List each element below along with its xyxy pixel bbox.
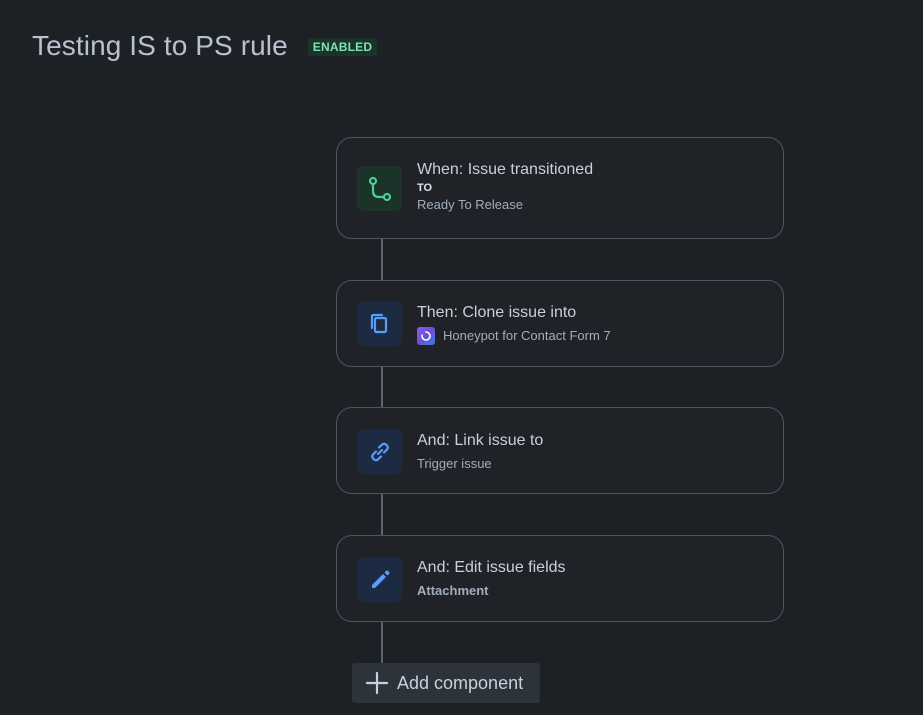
connector-line xyxy=(381,493,383,536)
link-target: Trigger issue xyxy=(417,456,492,471)
plus-icon xyxy=(365,671,389,695)
connector-line xyxy=(381,366,383,408)
project-avatar-icon xyxy=(417,327,435,345)
link-icon-box xyxy=(357,429,402,474)
trigger-status-value: Ready To Release xyxy=(417,197,523,212)
connector-line xyxy=(381,621,383,663)
copy-icon xyxy=(370,313,387,333)
clone-heading: Then: Clone issue into xyxy=(417,304,577,321)
clone-icon-box xyxy=(357,301,402,346)
trigger-icon-box xyxy=(357,166,402,211)
edit-fields-component-card[interactable]: And: Edit issue fields Attachment xyxy=(336,535,784,622)
connector-line xyxy=(381,238,383,281)
trigger-component-card[interactable]: When: Issue transitioned TO Ready To Rel… xyxy=(336,137,784,239)
link-icon xyxy=(370,442,389,461)
target-project-name: Honeypot for Contact Form 7 xyxy=(443,328,611,343)
pencil-icon xyxy=(371,570,389,588)
edit-icon-box xyxy=(357,557,402,602)
link-heading: And: Link issue to xyxy=(417,432,544,449)
edit-heading: And: Edit issue fields xyxy=(417,559,566,576)
trigger-heading: When: Issue transitioned xyxy=(417,161,594,178)
edited-field-name: Attachment xyxy=(417,583,489,598)
rule-header: Testing IS to PS rule ENABLED xyxy=(32,30,378,62)
add-component-label: Add component xyxy=(397,672,524,693)
link-issue-component-card[interactable]: And: Link issue to Trigger issue xyxy=(336,407,784,494)
rule-title: Testing IS to PS rule xyxy=(32,30,288,61)
add-component-button[interactable]: Add component xyxy=(352,663,540,703)
trigger-to-label: TO xyxy=(417,182,433,194)
status-badge: ENABLED xyxy=(307,38,378,56)
clone-issue-component-card[interactable]: Then: Clone issue into Honeypot for Cont… xyxy=(336,280,784,367)
branch-transition-icon xyxy=(368,176,391,201)
target-project: Honeypot for Contact Form 7 xyxy=(417,327,767,345)
